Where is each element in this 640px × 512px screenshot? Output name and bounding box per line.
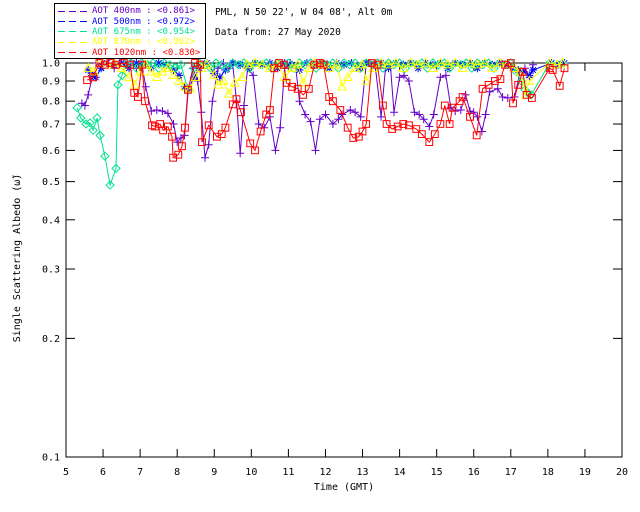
plus-markers xyxy=(77,59,537,162)
x-tick-label: 10 xyxy=(245,467,257,478)
legend-item: AOT 1020nm : <0.830> xyxy=(58,48,202,58)
y-tick-label: 0.8 xyxy=(42,97,60,108)
legend-item: AOT 870nm : <0.962> xyxy=(58,37,202,47)
x-tick-label: 6 xyxy=(100,467,106,478)
legend-label: AOT 870nm : <0.962> xyxy=(92,37,195,48)
x-tick-label: 8 xyxy=(174,467,180,478)
y-axis-title: Single Scattering Albedo (ω̃) xyxy=(11,174,23,343)
x-tick-label: 19 xyxy=(579,467,591,478)
station-info: PML, N 50 22', W 04 08', Alt 0m xyxy=(215,7,393,18)
ssa-chart: 5 6 7 8 9 10 11 12 13 14 15 16 17 18 19 20 1.0 0.9 0.8 0.7 0… xyxy=(11,57,628,493)
y-tick-label: 0.4 xyxy=(42,215,60,226)
x-tick-label: 17 xyxy=(505,467,517,478)
data-series xyxy=(72,57,569,190)
x-tick-label: 7 xyxy=(137,467,143,478)
x-tick-label: 11 xyxy=(282,467,294,478)
legend-line-sample xyxy=(58,41,88,43)
x-tick-label: 16 xyxy=(468,467,480,478)
legend-item: AOT 400nm : <0.861> xyxy=(58,6,202,16)
legend-line-sample xyxy=(58,21,88,23)
data-date: Data from: 27 May 2020 xyxy=(215,27,341,38)
legend-box: AOT 400nm : <0.861> AOT 500nm : <0.972> AO… xyxy=(54,3,206,59)
x-tick-label: 20 xyxy=(616,467,628,478)
y-tick-label: 0.7 xyxy=(42,120,60,131)
x-tick-label: 13 xyxy=(357,467,369,478)
legend-label: AOT 400nm : <0.861> xyxy=(92,6,195,17)
legend-line-sample xyxy=(58,10,88,12)
legend-line-sample xyxy=(58,52,88,54)
legend-label: AOT 500nm : <0.972> xyxy=(92,16,195,27)
y-tick-label: 0.1 xyxy=(42,453,60,464)
legend-label: AOT 675nm : <0.954> xyxy=(92,26,195,37)
y-tick-label: 0.2 xyxy=(42,334,60,345)
series-aot-400nm xyxy=(77,59,537,162)
axes: 5 6 7 8 9 10 11 12 13 14 15 16 17 18 19 20 1.0 0.9 0.8 0.7 0… xyxy=(42,59,628,479)
series-aot-675nm xyxy=(72,58,568,190)
legend-label: AOT 1020nm : <0.830> xyxy=(92,47,201,58)
y-tick-label: 1.0 xyxy=(42,59,60,70)
x-tick-label: 12 xyxy=(319,467,331,478)
legend-line-sample xyxy=(58,31,88,33)
x-tick-label: 14 xyxy=(394,467,406,478)
x-axis-title: Time (GMT) xyxy=(314,482,374,493)
x-tick-label: 5 xyxy=(63,467,69,478)
legend-item: AOT 500nm : <0.972> xyxy=(58,16,202,27)
diamond-markers xyxy=(72,58,568,190)
x-tick-label: 18 xyxy=(542,467,554,478)
x-tick-label: 15 xyxy=(431,467,443,478)
x-tick-label: 9 xyxy=(211,467,217,478)
y-tick-label: 0.6 xyxy=(42,146,60,157)
y-tick-label: 0.3 xyxy=(42,265,60,276)
y-tick-label: 0.5 xyxy=(42,177,60,188)
y-tick-label: 0.9 xyxy=(42,77,60,88)
legend-item: AOT 675nm : <0.954> xyxy=(58,27,202,37)
ssa-plot-page: 5 6 7 8 9 10 11 12 13 14 15 16 17 18 19 20 1.0 0.9 0.8 0.7 0… xyxy=(0,0,640,512)
series-line xyxy=(81,62,534,158)
